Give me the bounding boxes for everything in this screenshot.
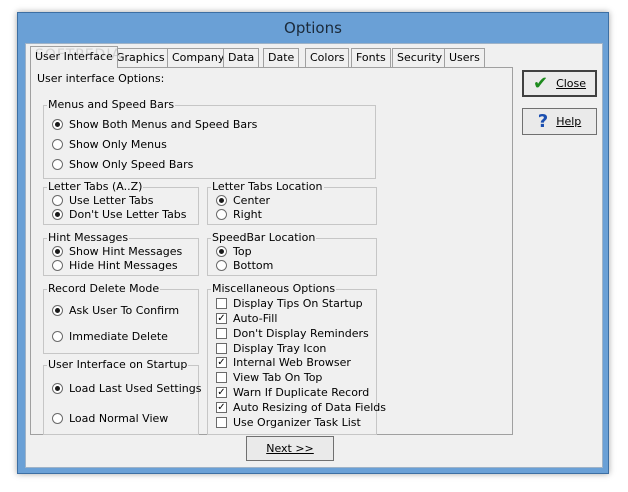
help-button[interactable]: ? Help (522, 108, 597, 135)
radio-icon (216, 260, 227, 271)
tab-security[interactable]: Security (392, 48, 448, 67)
checkbox-auto-fill[interactable]: ✓ Auto-Fill (216, 312, 277, 325)
tab-date[interactable]: Date (263, 48, 300, 67)
radio-immediate-delete[interactable]: Immediate Delete (52, 330, 168, 343)
window-title: Options (284, 19, 342, 37)
checkbox-icon (216, 417, 227, 428)
letter-tabs-location-label: Letter Tabs Location (211, 180, 324, 193)
radio-hide-hint-messages[interactable]: Hide Hint Messages (52, 259, 178, 272)
radio-selected-icon (52, 209, 63, 220)
radio-bottom[interactable]: Bottom (216, 259, 273, 272)
startup-group: User Interface on Startup Load Last Used… (43, 358, 201, 435)
radio-show-only-menus[interactable]: Show Only Menus (52, 138, 167, 151)
checkbox-icon (216, 343, 227, 354)
options-window: Options User Interface Graphics Company … (17, 12, 609, 474)
menus-speedbars-group: Menus and Speed Bars Show Both Menus and… (43, 98, 376, 179)
checkbox-auto-resizing[interactable]: ✓ Auto Resizing of Data Fields (216, 401, 386, 414)
tab-company[interactable]: Company (167, 48, 230, 67)
checkmark-icon: ✔ (532, 73, 549, 94)
checkbox-view-tab-on-top[interactable]: View Tab On Top (216, 371, 322, 384)
radio-selected-icon (216, 195, 227, 206)
dialog-client-area: User Interface Graphics Company Data Dat… (25, 43, 603, 468)
checkbox-checked-icon: ✓ (216, 313, 227, 324)
next-button[interactable]: Next >> (246, 436, 334, 461)
radio-icon (52, 195, 63, 206)
radio-icon (52, 413, 63, 424)
radio-ask-user-to-confirm[interactable]: Ask User To Confirm (52, 304, 179, 317)
record-delete-mode-label: Record Delete Mode (47, 282, 161, 295)
radio-icon (216, 209, 227, 220)
radio-icon (52, 331, 63, 342)
checkbox-use-organizer[interactable]: Use Organizer Task List (216, 416, 361, 429)
checkbox-dont-display-reminders[interactable]: Don't Display Reminders (216, 327, 369, 340)
radio-icon (52, 260, 63, 271)
checkbox-icon (216, 298, 227, 309)
close-button[interactable]: ✔ Close (522, 70, 597, 97)
panel-title: User interface Options: (36, 72, 166, 85)
checkbox-display-tips[interactable]: Display Tips On Startup (216, 297, 363, 310)
letter-tabs-location-group: Letter Tabs Location Center Right (207, 180, 377, 225)
misc-options-label: Miscellaneous Options (211, 282, 337, 295)
radio-load-normal-view[interactable]: Load Normal View (52, 412, 168, 425)
radio-icon (52, 139, 63, 150)
record-delete-mode-group: Record Delete Mode Ask User To Confirm I… (43, 282, 199, 354)
user-interface-panel: User interface Options: Menus and Speed … (30, 67, 513, 435)
radio-load-last-used-settings[interactable]: Load Last Used Settings (52, 382, 201, 395)
radio-show-hint-messages[interactable]: Show Hint Messages (52, 245, 182, 258)
softpedia-watermark: SOFTPEDIA (35, 47, 123, 63)
speedbar-location-group: SpeedBar Location Top Bottom (207, 231, 377, 276)
radio-show-only-speedbars[interactable]: Show Only Speed Bars (52, 158, 193, 171)
tab-data[interactable]: Data (223, 48, 260, 67)
checkbox-checked-icon: ✓ (216, 357, 227, 368)
menus-speedbars-label: Menus and Speed Bars (47, 98, 176, 111)
letter-tabs-group: Letter Tabs (A..Z) Use Letter Tabs Don't… (43, 180, 199, 225)
letter-tabs-label: Letter Tabs (A..Z) (47, 180, 144, 193)
radio-use-letter-tabs[interactable]: Use Letter Tabs (52, 194, 154, 207)
tab-colors[interactable]: Colors (305, 48, 350, 67)
radio-selected-icon (52, 119, 63, 130)
radio-selected-icon (52, 305, 63, 316)
radio-dont-use-letter-tabs[interactable]: Don't Use Letter Tabs (52, 208, 187, 221)
hint-messages-label: Hint Messages (47, 231, 130, 244)
radio-icon (52, 159, 63, 170)
speedbar-location-label: SpeedBar Location (211, 231, 317, 244)
tab-users[interactable]: Users (444, 48, 485, 67)
question-mark-icon: ? (537, 111, 549, 132)
checkbox-icon (216, 372, 227, 383)
radio-selected-icon (52, 246, 63, 257)
checkbox-internal-web-browser[interactable]: ✓ Internal Web Browser (216, 356, 351, 369)
radio-show-both[interactable]: Show Both Menus and Speed Bars (52, 118, 257, 131)
checkbox-warn-duplicate[interactable]: ✓ Warn If Duplicate Record (216, 386, 369, 399)
radio-selected-icon (52, 383, 63, 394)
radio-selected-icon (216, 246, 227, 257)
misc-options-group: Miscellaneous Options Display Tips On St… (207, 282, 386, 435)
checkbox-checked-icon: ✓ (216, 402, 227, 413)
checkbox-icon (216, 328, 227, 339)
radio-top[interactable]: Top (216, 245, 252, 258)
hint-messages-group: Hint Messages Show Hint Messages Hide Hi… (43, 231, 199, 276)
checkbox-checked-icon: ✓ (216, 387, 227, 398)
radio-right[interactable]: Right (216, 208, 262, 221)
tab-fonts[interactable]: Fonts (351, 48, 391, 67)
radio-center[interactable]: Center (216, 194, 270, 207)
startup-label: User Interface on Startup (47, 358, 189, 371)
checkbox-display-tray-icon[interactable]: Display Tray Icon (216, 342, 326, 355)
